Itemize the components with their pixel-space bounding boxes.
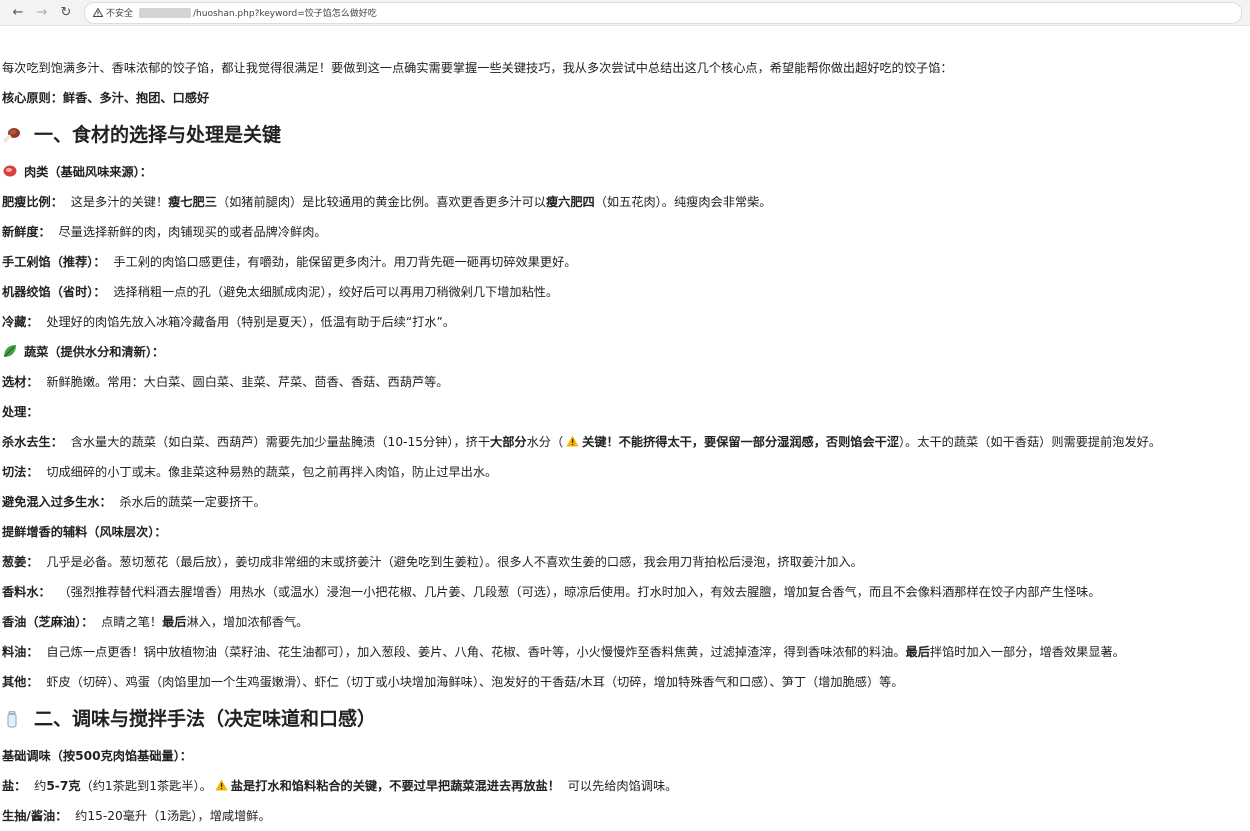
leafy-green-icon <box>4 345 16 357</box>
meat-icon <box>3 165 17 177</box>
salt-shaker-icon <box>7 711 17 728</box>
meat-item-fresh: 新鲜度： 尽量选择新鲜的肉，肉铺现买的或者品牌冷鲜肉。 <box>2 225 327 239</box>
insecure-label: 不安全 <box>106 9 134 19</box>
veg-item-water: 避免混入过多生水： 杀水后的蔬菜一定要挤干。 <box>2 495 266 509</box>
section2-heading: 二、调味与搅拌手法（决定味道和口感） <box>2 697 1250 741</box>
address-bar[interactable]: 不安全 /huoshan.php?keyword=饺子馅怎么做好吃 <box>84 1 1242 24</box>
veg-item-salt: 杀水去生： 含水量大的蔬菜（如白菜、西葫芦）需要先加少量盐腌渍（10-15分钟）… <box>2 435 1162 449</box>
insecure-indicator[interactable]: 不安全 <box>93 6 133 19</box>
aux-heading: 提鲜增香的辅料（风味层次）： <box>2 525 167 539</box>
warning-icon <box>566 435 579 447</box>
meat-item-ratio: 肥瘦比例： 这是多汁的关键！瘦七肥三（如猪前腿肉）是比较通用的黄金比例。喜欢更香… <box>2 195 772 209</box>
meat-item-machine: 机器绞馅（省时）： 选择稍粗一点的孔（避免太细腻成肉泥），绞好后可以再用刀稍微剁… <box>2 285 559 299</box>
veg-process-heading: 处理： <box>2 405 39 419</box>
forward-icon[interactable]: → <box>32 3 52 23</box>
url-text: /huoshan.php?keyword=饺子馅怎么做好吃 <box>193 9 377 19</box>
meat-on-bone-icon <box>3 128 20 143</box>
warning-icon <box>215 779 228 791</box>
veg-select: 选材： 新鲜脆嫩。常用：大白菜、圆白菜、韭菜、芹菜、茴香、香菇、西葫芦等。 <box>2 375 449 389</box>
warning-icon <box>93 8 103 17</box>
meat-item-chill: 冷藏： 处理好的肉馅先放入冰箱冷藏备用（特别是夏天），低温有助于后续“打水”。 <box>2 315 456 329</box>
aux-item-ginger: 葱姜： 几乎是必备。葱切葱花（最后放），姜切成非常细的末或挤姜汁（避免吃到生姜粒… <box>2 555 863 569</box>
intro-paragraph: 每次吃到饱满多汁、香味浓郁的饺子馅，都让我觉得很满足！要做到这一点确实需要掌握一… <box>2 61 953 75</box>
section2-title: 二、调味与搅拌手法（决定味道和口感） <box>34 708 377 730</box>
veg-heading: 蔬菜（提供水分和清新）： <box>2 337 1250 367</box>
aux-item-other: 其他： 虾皮（切碎）、鸡蛋（肉馅里加一个生鸡蛋嫩滑）、虾仁（切丁或小块增加海鲜味… <box>2 675 904 689</box>
meat-heading: 肉类（基础风味来源）： <box>2 157 1250 187</box>
browser-toolbar: ← → ↻ 不安全 /huoshan.php?keyword=饺子馅怎么做好吃 <box>0 0 1250 26</box>
aux-item-spice-water: 香料水： （强烈推荐替代料酒去腥增香）用热水（或温水）浸泡一小把花椒、几片姜、几… <box>2 585 1101 599</box>
section1-title: 一、食材的选择与处理是关键 <box>34 124 282 146</box>
base-heading: 基础调味（按500克肉馅基础量）： <box>2 749 192 763</box>
core-principle: 核心原则：鲜香、多汁、抱团、口感好 <box>2 91 210 105</box>
veg-item-cut: 切法： 切成细碎的小丁或末。像韭菜这种易熟的蔬菜，包之前再拌入肉馅，防止过早出水… <box>2 465 498 479</box>
back-icon[interactable]: ← <box>8 3 28 23</box>
meat-item-hand: 手工剁馅（推荐）： 手工剁的肉馅口感更佳，有嚼劲，能保留更多肉汁。用刀背先砸一砸… <box>2 255 577 269</box>
aux-item-oil: 料油： 自己炼一点更香！锅中放植物油（菜籽油、花生油都可），加入葱段、姜片、八角… <box>2 645 1125 659</box>
soy-item: 生抽/酱油： 约15-20毫升（1汤匙），增咸增鲜。 <box>2 809 271 823</box>
url-redacted-host <box>139 7 192 18</box>
reload-icon[interactable]: ↻ <box>56 3 76 23</box>
salt-item: 盐： 约5-7克（约1茶匙到1茶匙半）。 盐是打水和馅料粘合的关键，不要过早把蔬菜… <box>2 779 678 793</box>
aux-item-sesame: 香油（芝麻油）： 点睛之笔！最后淋入，增加浓郁香气。 <box>2 615 309 629</box>
article: 每次吃到饱满多汁、香味浓郁的饺子馅，都让我觉得很满足！要做到这一点确实需要掌握一… <box>0 53 1250 831</box>
section1-heading: 一、食材的选择与处理是关键 <box>2 113 1250 157</box>
